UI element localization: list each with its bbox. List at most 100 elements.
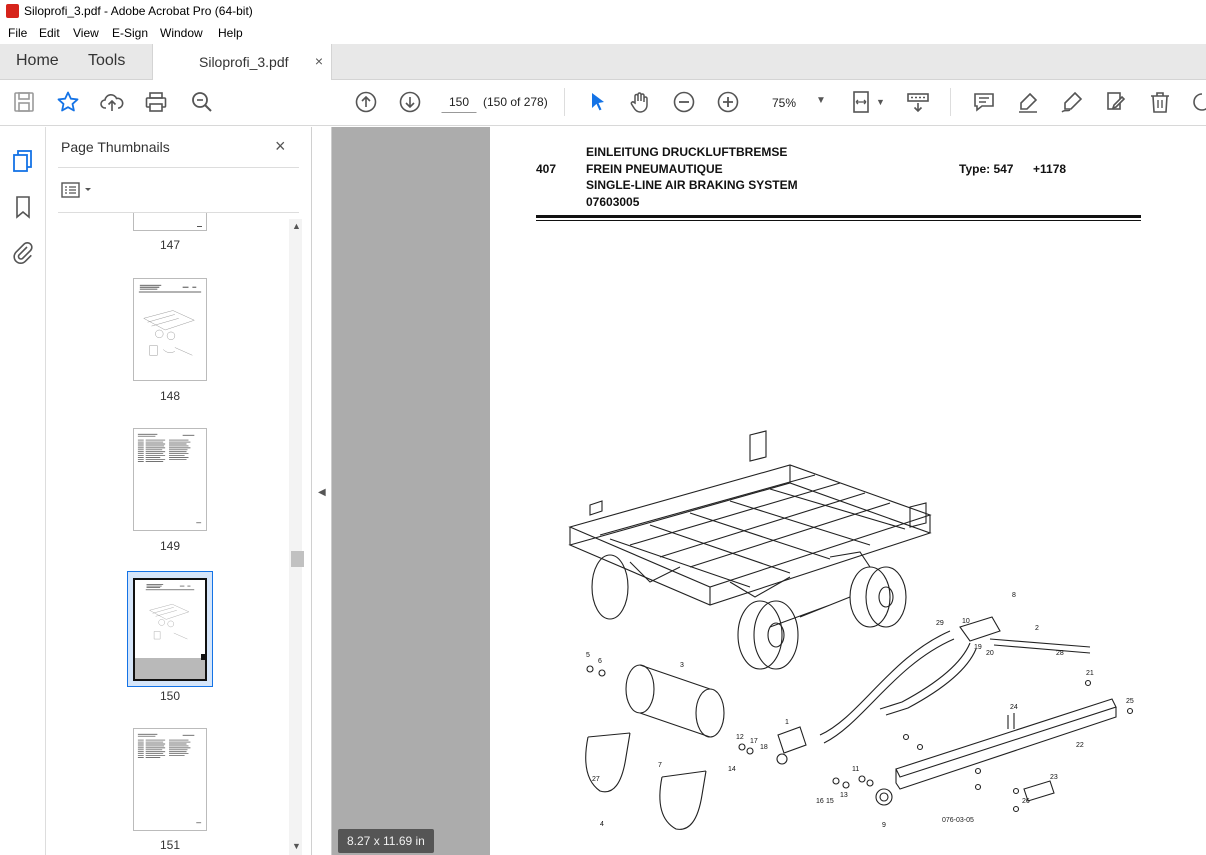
part-label: 26 xyxy=(1022,798,1030,805)
collapse-panel-icon[interactable]: ◀ xyxy=(318,487,326,498)
header-rule xyxy=(536,215,1141,218)
doc-title-fr: FREIN PNEUMAUTIQUE xyxy=(586,162,723,176)
part-label: 15 xyxy=(826,798,834,805)
thumbnail-page[interactable] xyxy=(133,278,207,381)
tab-document[interactable]: Siloprofi_3.pdf × xyxy=(152,44,332,81)
part-label: 24 xyxy=(1010,704,1018,711)
close-tab-icon[interactable]: × xyxy=(315,53,323,69)
zoom-select[interactable]: 75% ▼ xyxy=(760,91,830,113)
menu-window[interactable]: Window xyxy=(160,26,203,40)
part-label: 13 xyxy=(840,792,848,799)
zoom-in-icon[interactable] xyxy=(716,90,740,114)
panel-title: Page Thumbnails xyxy=(61,139,170,155)
list-options-icon xyxy=(61,182,91,198)
exploded-parts-drawing: 1 2 3 4 5 6 7 8 9 10 11 12 13 14 15 16 1… xyxy=(568,430,1134,830)
delete-icon[interactable] xyxy=(1148,90,1172,114)
part-label: 2 xyxy=(1035,625,1039,632)
select-arrow-icon[interactable] xyxy=(586,90,610,114)
left-navigation-rail xyxy=(0,127,46,855)
part-label: 22 xyxy=(1076,742,1084,749)
part-label: 5 xyxy=(586,652,590,659)
page-count: (150 of 278) xyxy=(483,95,548,109)
page-size-indicator: 8.27 x 11.69 in xyxy=(338,829,434,853)
tab-tools[interactable]: Tools xyxy=(88,52,125,70)
part-label: 17 xyxy=(750,738,758,745)
bookmark-icon[interactable] xyxy=(11,195,35,219)
part-label: 11 xyxy=(852,766,859,773)
scroll-mode-icon[interactable] xyxy=(906,90,930,114)
rotate-icon[interactable] xyxy=(1190,90,1206,114)
panel-collapse-strip[interactable]: ◀ xyxy=(312,127,332,855)
comment-icon[interactable] xyxy=(972,90,996,114)
part-label: 21 xyxy=(1086,670,1094,677)
toolbar-divider xyxy=(950,88,951,116)
part-label: 3 xyxy=(680,662,684,669)
menu-view[interactable]: View xyxy=(73,26,99,40)
pdf-page: 407 EINLEITUNG DRUCKLUFTBREMSE FREIN PNE… xyxy=(490,127,1206,855)
thumbnail-scrollbar[interactable] xyxy=(289,219,302,855)
thumbnail-label: 150 xyxy=(159,689,181,703)
part-label: 25 xyxy=(1126,698,1134,705)
chevron-down-icon[interactable]: ▼ xyxy=(876,97,885,107)
print-icon[interactable] xyxy=(144,90,168,114)
scroll-down-icon[interactable]: ▼ xyxy=(292,841,301,851)
doc-section-number: 407 xyxy=(536,162,557,176)
highlight-icon[interactable] xyxy=(1016,90,1040,114)
viewport-resize-handle[interactable] xyxy=(201,654,207,660)
thumbnail-label: 147 xyxy=(159,238,181,252)
part-label: 27 xyxy=(592,776,600,783)
upload-icon[interactable] xyxy=(100,90,124,114)
edit-icon[interactable] xyxy=(1104,90,1128,114)
thumbnail-page[interactable] xyxy=(133,728,207,831)
toolbar-divider xyxy=(564,88,565,116)
close-icon[interactable]: × xyxy=(275,136,286,157)
page-down-icon[interactable] xyxy=(398,90,422,114)
chevron-down-icon: ▼ xyxy=(816,95,826,106)
zoom-out-icon[interactable] xyxy=(672,90,696,114)
part-label: 1 xyxy=(785,719,789,726)
doc-code: +1178 xyxy=(1033,162,1067,176)
doc-title-en: SINGLE-LINE AIR BRAKING SYSTEM xyxy=(586,178,798,192)
menu-help[interactable]: Help xyxy=(218,26,243,40)
thumbnail-label: 148 xyxy=(159,389,181,403)
thumbnail-page[interactable] xyxy=(133,428,207,531)
hand-icon[interactable] xyxy=(628,90,652,114)
menu-bar: File Edit View E-Sign Window Help xyxy=(0,22,1206,44)
part-label: 10 xyxy=(962,618,970,625)
thumbnail-preview xyxy=(138,284,202,356)
page-thumbnails-icon[interactable] xyxy=(11,149,35,173)
part-label: 14 xyxy=(728,766,736,773)
menu-edit[interactable]: Edit xyxy=(39,26,60,40)
thumbnail-preview xyxy=(137,433,202,524)
tab-document-label: Siloprofi_3.pdf xyxy=(199,54,289,70)
menu-esign[interactable]: E-Sign xyxy=(112,26,148,40)
part-label: 29 xyxy=(936,620,944,627)
thumbnail-preview xyxy=(137,733,202,824)
acrobat-app-icon xyxy=(6,4,19,18)
scroll-up-icon[interactable]: ▲ xyxy=(292,221,301,231)
part-label: 6 xyxy=(598,658,602,665)
save-icon[interactable] xyxy=(12,90,36,114)
tab-home[interactable]: Home xyxy=(16,52,59,70)
star-icon[interactable] xyxy=(56,90,80,114)
thumbnail-page[interactable] xyxy=(133,213,207,231)
sign-icon[interactable] xyxy=(1060,90,1084,114)
page-up-icon[interactable] xyxy=(354,90,378,114)
zoom-value: 75% xyxy=(772,96,797,110)
document-viewport[interactable]: 407 EINLEITUNG DRUCKLUFTBREMSE FREIN PNE… xyxy=(332,127,1206,855)
doc-part-number: 07603005 xyxy=(586,195,640,209)
thumbnail-page-selected[interactable] xyxy=(133,578,207,681)
part-label: 7 xyxy=(658,762,662,769)
part-label: 20 xyxy=(986,650,994,657)
thumbnail-viewport-overlay xyxy=(135,658,205,679)
toolbar: 150 (150 of 278) 75% ▼ ▼ xyxy=(0,80,1206,126)
scrollbar-thumb[interactable] xyxy=(291,551,304,567)
fit-page-icon[interactable] xyxy=(850,90,874,114)
menu-file[interactable]: File xyxy=(8,26,27,40)
zoom-search-icon[interactable] xyxy=(190,90,214,114)
attachment-icon[interactable] xyxy=(11,241,35,265)
part-label: 12 xyxy=(736,734,744,741)
part-label: 16 xyxy=(816,798,824,805)
thumbnail-options-menu[interactable] xyxy=(61,181,97,199)
page-number-input[interactable]: 150 xyxy=(441,91,477,113)
